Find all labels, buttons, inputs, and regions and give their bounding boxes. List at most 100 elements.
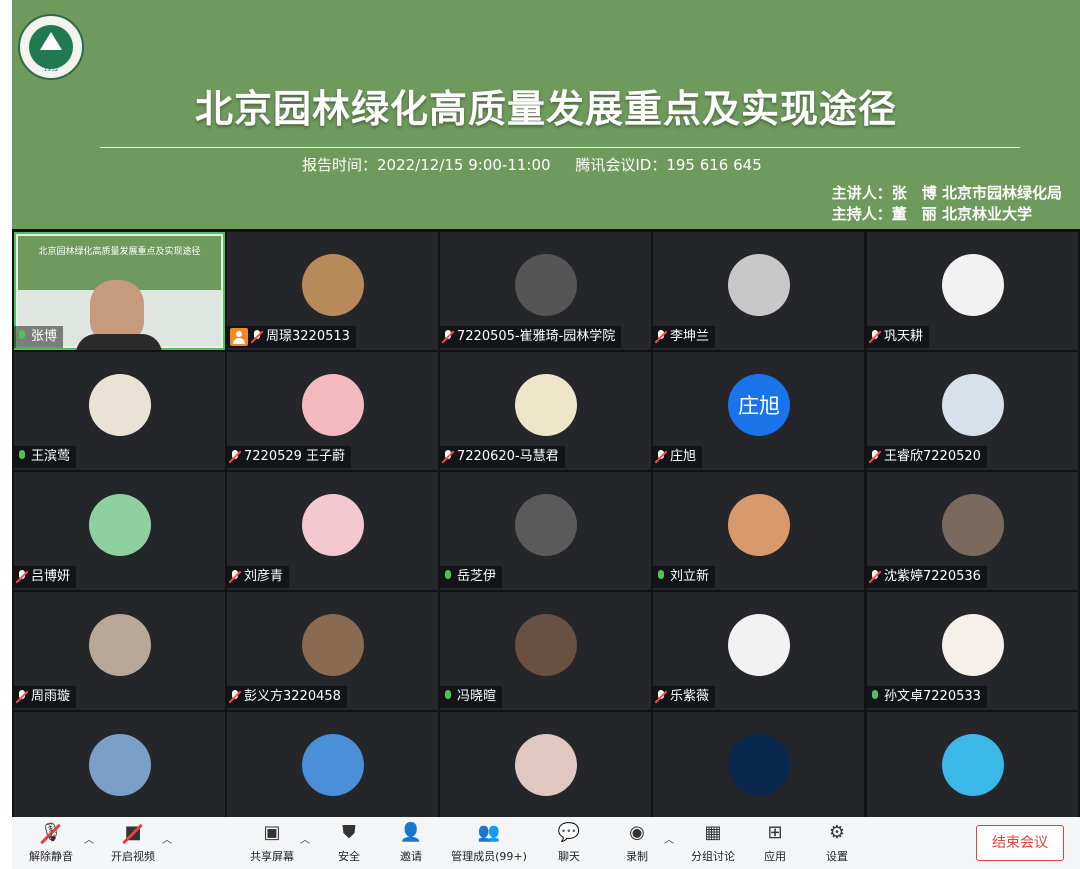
participant-tile[interactable]: 沈紫婷7220536 <box>867 472 1078 590</box>
security-button[interactable]: ⛊ 安全 <box>314 821 384 864</box>
participant-name: 刘立新 <box>670 569 710 584</box>
breakout-icon: ▦ <box>704 822 722 843</box>
avatar <box>515 494 577 556</box>
participant-tile[interactable]: 李坤兰 <box>653 232 864 350</box>
avatar <box>515 254 577 316</box>
participant-tile[interactable]: 王睿欣7220520 <box>867 352 1078 470</box>
unmute-button[interactable]: 🎙 解除静音 <box>16 821 86 864</box>
invite-label: 邀请 <box>400 850 422 863</box>
participant-nametag: 孙文卓7220533 <box>867 686 987 708</box>
gear-icon: ⚙ <box>828 822 846 843</box>
record-label: 录制 <box>626 850 648 863</box>
mic-muted-icon <box>441 330 455 344</box>
participant-tile[interactable]: 刘立新 <box>653 472 864 590</box>
speaker-info: 主讲人：张 博 北京市园林绿化局 主持人：董 丽 北京林业大学 <box>832 183 1062 225</box>
participant-tile[interactable]: 彭义方3220458 <box>227 592 438 710</box>
participant-tile[interactable]: 北京园林绿化高质量发展重点及实现途径 张博 <box>14 232 225 350</box>
video-label: 开启视频 <box>111 850 155 863</box>
camera-off-icon: ■ <box>121 821 145 845</box>
mic-icon <box>443 690 453 704</box>
participant-name: 冯晓暄 <box>457 689 497 704</box>
participant-tile[interactable] <box>653 712 864 817</box>
record-button[interactable]: ◉ 录制 <box>602 821 672 864</box>
audio-options-chevron-icon[interactable]: ︿ <box>84 831 94 846</box>
participant-name: 庄旭 <box>670 449 697 464</box>
settings-label: 设置 <box>826 850 848 863</box>
meeting-id: 腾讯会议ID：195 616 645 <box>575 156 762 174</box>
record-options-chevron-icon[interactable]: ︿ <box>664 831 674 846</box>
participant-name: 吕博妍 <box>31 569 71 584</box>
shield-icon: ⛊ <box>342 822 356 843</box>
video-options-chevron-icon[interactable]: ︿ <box>162 831 172 846</box>
participant-tile[interactable]: 刘彦青 <box>227 472 438 590</box>
participant-grid: 北京园林绿化高质量发展重点及实现途径 张博 周璟3220513 7220505-崔雅琦… <box>12 229 1080 817</box>
report-meta: 报告时间：2022/12/15 9:00-11:00 腾讯会议ID：195 61… <box>302 154 782 175</box>
avatar <box>89 374 151 436</box>
participant-tile[interactable]: 王滨莺 <box>14 352 225 470</box>
participant-tile[interactable]: 周璟3220513 <box>227 232 438 350</box>
start-video-button[interactable]: ■ 开启视频 <box>98 821 168 864</box>
participant-tile[interactable] <box>440 712 651 817</box>
participant-tile[interactable]: 冯晓暄 <box>440 592 651 710</box>
share-label: 共享屏幕 <box>250 850 294 863</box>
avatar <box>728 494 790 556</box>
participant-nametag: 周璟3220513 <box>227 326 356 348</box>
participant-nametag: 刘立新 <box>653 566 716 588</box>
avatar <box>302 494 364 556</box>
manage-members-button[interactable]: 👥 管理成员(99+) <box>444 821 534 864</box>
mic-muted-icon <box>654 330 668 344</box>
banner-divider <box>100 147 1020 148</box>
apps-button[interactable]: ⊞ 应用 <box>740 821 810 864</box>
mic-muted-icon <box>250 330 264 344</box>
participant-nametag: 王滨莺 <box>14 446 77 468</box>
participant-nametag: 张博 <box>14 326 64 348</box>
end-meeting-button[interactable]: 结束会议 <box>976 825 1064 861</box>
participant-tile[interactable] <box>867 712 1078 817</box>
participant-name: 王睿欣7220520 <box>884 449 981 464</box>
participant-tile[interactable]: 巩天耕 <box>867 232 1078 350</box>
share-screen-icon: ▣ <box>263 822 281 843</box>
mic-icon <box>443 570 453 584</box>
participant-nametag: 李坤兰 <box>653 326 716 348</box>
participant-tile[interactable]: 7220505-崔雅琦-园林学院 <box>440 232 651 350</box>
chat-button[interactable]: 💬 聊天 <box>534 821 604 864</box>
participant-name: 7220620-马慧君 <box>457 449 559 464</box>
participant-tile[interactable]: 庄旭 庄旭 <box>653 352 864 470</box>
mic-icon <box>870 690 880 704</box>
participant-name: 张博 <box>31 329 58 344</box>
record-icon: ◉ <box>629 822 645 843</box>
share-options-chevron-icon[interactable]: ︿ <box>300 831 310 846</box>
participant-tile[interactable]: 乐紫薇 <box>653 592 864 710</box>
participant-tile[interactable]: 7220529 王子蔚 <box>227 352 438 470</box>
participant-nametag: 乐紫薇 <box>653 686 716 708</box>
participant-tile[interactable]: 孙文卓7220533 <box>867 592 1078 710</box>
avatar <box>728 254 790 316</box>
breakout-label: 分组讨论 <box>691 850 735 863</box>
invite-button[interactable]: 👤 邀请 <box>376 821 446 864</box>
chat-icon: 💬 <box>557 822 581 843</box>
participant-nametag: 沈紫婷7220536 <box>867 566 987 588</box>
breakout-rooms-button[interactable]: ▦ 分组讨论 <box>678 821 748 864</box>
participant-name: 彭义方3220458 <box>244 689 341 704</box>
mic-icon <box>656 570 666 584</box>
report-time: 报告时间：2022/12/15 9:00-11:00 <box>302 156 551 174</box>
participant-tile[interactable]: 岳芝伊 <box>440 472 651 590</box>
mic-muted-icon <box>15 570 29 584</box>
participant-nametag: 冯晓暄 <box>440 686 503 708</box>
participant-tile[interactable] <box>227 712 438 817</box>
avatar <box>515 614 577 676</box>
logo-year: 1952 <box>43 66 59 73</box>
mic-muted-icon: 🎙 <box>39 821 63 845</box>
settings-button[interactable]: ⚙ 设置 <box>802 821 872 864</box>
participant-tile[interactable]: 7220620-马慧君 <box>440 352 651 470</box>
share-screen-button[interactable]: ▣ 共享屏幕 <box>237 821 307 864</box>
mic-muted-icon <box>441 450 455 464</box>
mic-muted-icon <box>868 450 882 464</box>
avatar <box>942 614 1004 676</box>
mic-muted-icon <box>228 690 242 704</box>
apps-label: 应用 <box>764 850 786 863</box>
participant-tile[interactable] <box>14 712 225 817</box>
participant-tile[interactable]: 周雨璇 <box>14 592 225 710</box>
security-label: 安全 <box>338 850 360 863</box>
participant-tile[interactable]: 吕博妍 <box>14 472 225 590</box>
